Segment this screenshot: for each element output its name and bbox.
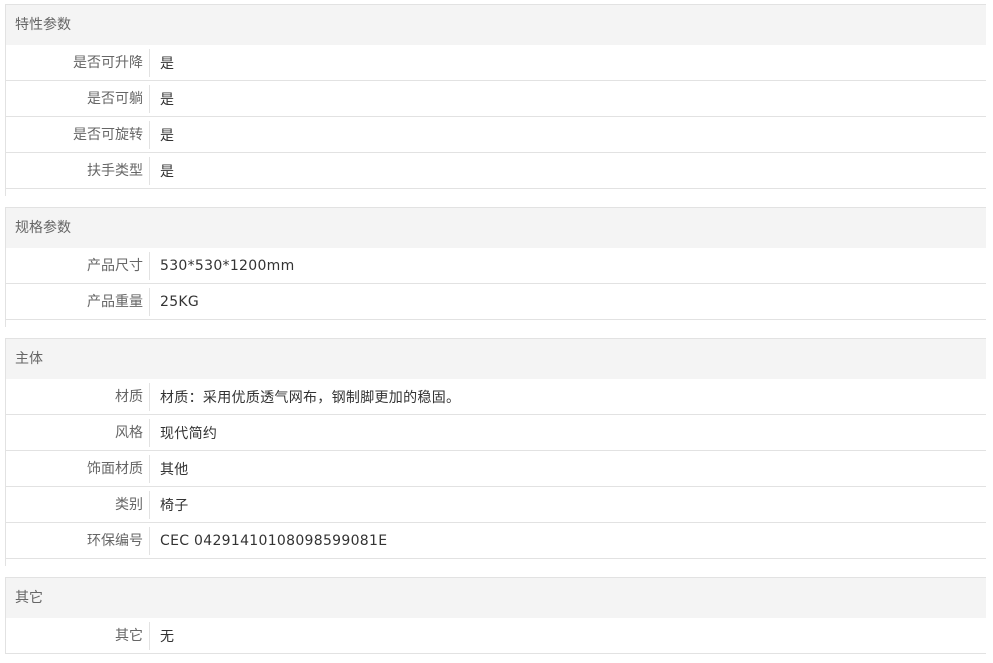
row-value: 是	[160, 163, 175, 180]
row-label: 是否可旋转	[6, 120, 150, 149]
table-row: 产品重量 25KG	[6, 284, 986, 320]
row-label: 扶手类型	[6, 156, 150, 185]
row-label: 是否可躺	[6, 84, 150, 113]
table-row: 是否可躺 是	[6, 81, 986, 117]
row-label: 产品重量	[6, 287, 150, 316]
row-value: 是	[160, 55, 175, 72]
table-row: 是否可旋转 是	[6, 117, 986, 153]
spec-section-body: 主体 材质 材质：采用优质透气网布，钢制脚更加的稳固。 风格 现代简约 饰面材质…	[5, 338, 986, 566]
row-value: CEC 04291410108098599081E	[160, 532, 388, 549]
row-value: 材质：采用优质透气网布，钢制脚更加的稳固。	[160, 389, 461, 406]
section-title: 主体	[6, 339, 986, 379]
table-row: 材质 材质：采用优质透气网布，钢制脚更加的稳固。	[6, 379, 986, 415]
table-row: 其它 无	[6, 618, 986, 654]
row-label: 其它	[6, 621, 150, 650]
row-label: 环保编号	[6, 526, 150, 555]
row-value: 椅子	[160, 497, 189, 514]
table-row: 饰面材质 其他	[6, 451, 986, 487]
spec-section-features: 特性参数 是否可升降 是 是否可躺 是 是否可旋转 是 扶手类型 是	[5, 4, 986, 196]
spec-section-dimensions: 规格参数 产品尺寸 530*530*1200mm 产品重量 25KG	[5, 207, 986, 327]
row-label: 产品尺寸	[6, 251, 150, 280]
table-row: 风格 现代简约	[6, 415, 986, 451]
row-label: 风格	[6, 418, 150, 447]
table-row: 扶手类型 是	[6, 153, 986, 189]
row-value: 25KG	[160, 293, 200, 310]
section-title: 其它	[6, 578, 986, 618]
row-value: 现代简约	[160, 425, 218, 442]
table-row: 类别 椅子	[6, 487, 986, 523]
row-value: 无	[160, 628, 175, 645]
row-value: 530*530*1200mm	[160, 257, 295, 274]
row-label: 是否可升降	[6, 48, 150, 77]
row-value: 是	[160, 91, 175, 108]
row-label: 饰面材质	[6, 454, 150, 483]
table-row: 是否可升降 是	[6, 45, 986, 81]
row-label: 类别	[6, 490, 150, 519]
table-row: 环保编号 CEC 04291410108098599081E	[6, 523, 986, 559]
table-row: 产品尺寸 530*530*1200mm	[6, 248, 986, 284]
section-title: 特性参数	[6, 5, 986, 45]
row-value: 其他	[160, 461, 189, 478]
row-label: 材质	[6, 382, 150, 411]
row-value: 是	[160, 127, 175, 144]
spec-section-other: 其它 其它 无	[5, 577, 986, 654]
section-title: 规格参数	[6, 208, 986, 248]
